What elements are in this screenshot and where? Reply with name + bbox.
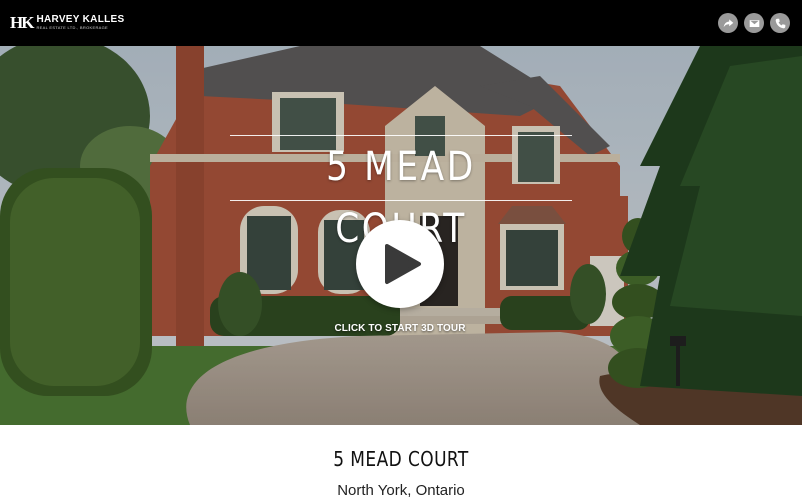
- header-actions: [718, 13, 790, 33]
- tour-hero[interactable]: 5 MEAD COURT CLICK TO START 3D TOUR: [0, 46, 802, 425]
- share-icon: [723, 18, 733, 27]
- play-tour-button[interactable]: [356, 220, 444, 308]
- envelope-icon: [749, 19, 759, 27]
- phone-button[interactable]: [770, 13, 790, 33]
- email-button[interactable]: [744, 13, 764, 33]
- start-tour-label[interactable]: CLICK TO START 3D TOUR: [300, 323, 500, 334]
- property-location: North York, Ontario: [337, 482, 465, 499]
- harvey-kalles-logo[interactable]: HK HARVEY KALLES REAL ESTATE LTD., BROKE…: [10, 14, 124, 31]
- play-icon: [385, 244, 421, 284]
- top-bar: HK HARVEY KALLES REAL ESTATE LTD., BROKE…: [0, 0, 802, 46]
- property-info: 5 MEAD COURT North York, Ontario: [0, 425, 802, 500]
- hero-title: 5 MEAD COURT: [326, 144, 476, 252]
- hero-title-block: 5 MEAD COURT: [230, 135, 572, 252]
- property-title: 5 MEAD COURT: [333, 447, 469, 471]
- logo-mark: HK: [10, 13, 34, 32]
- logo-subtitle: REAL ESTATE LTD., BROKERAGE: [36, 24, 108, 30]
- share-button[interactable]: [718, 13, 738, 33]
- phone-icon: [775, 18, 785, 28]
- logo-name: HARVEY KALLES: [36, 13, 125, 25]
